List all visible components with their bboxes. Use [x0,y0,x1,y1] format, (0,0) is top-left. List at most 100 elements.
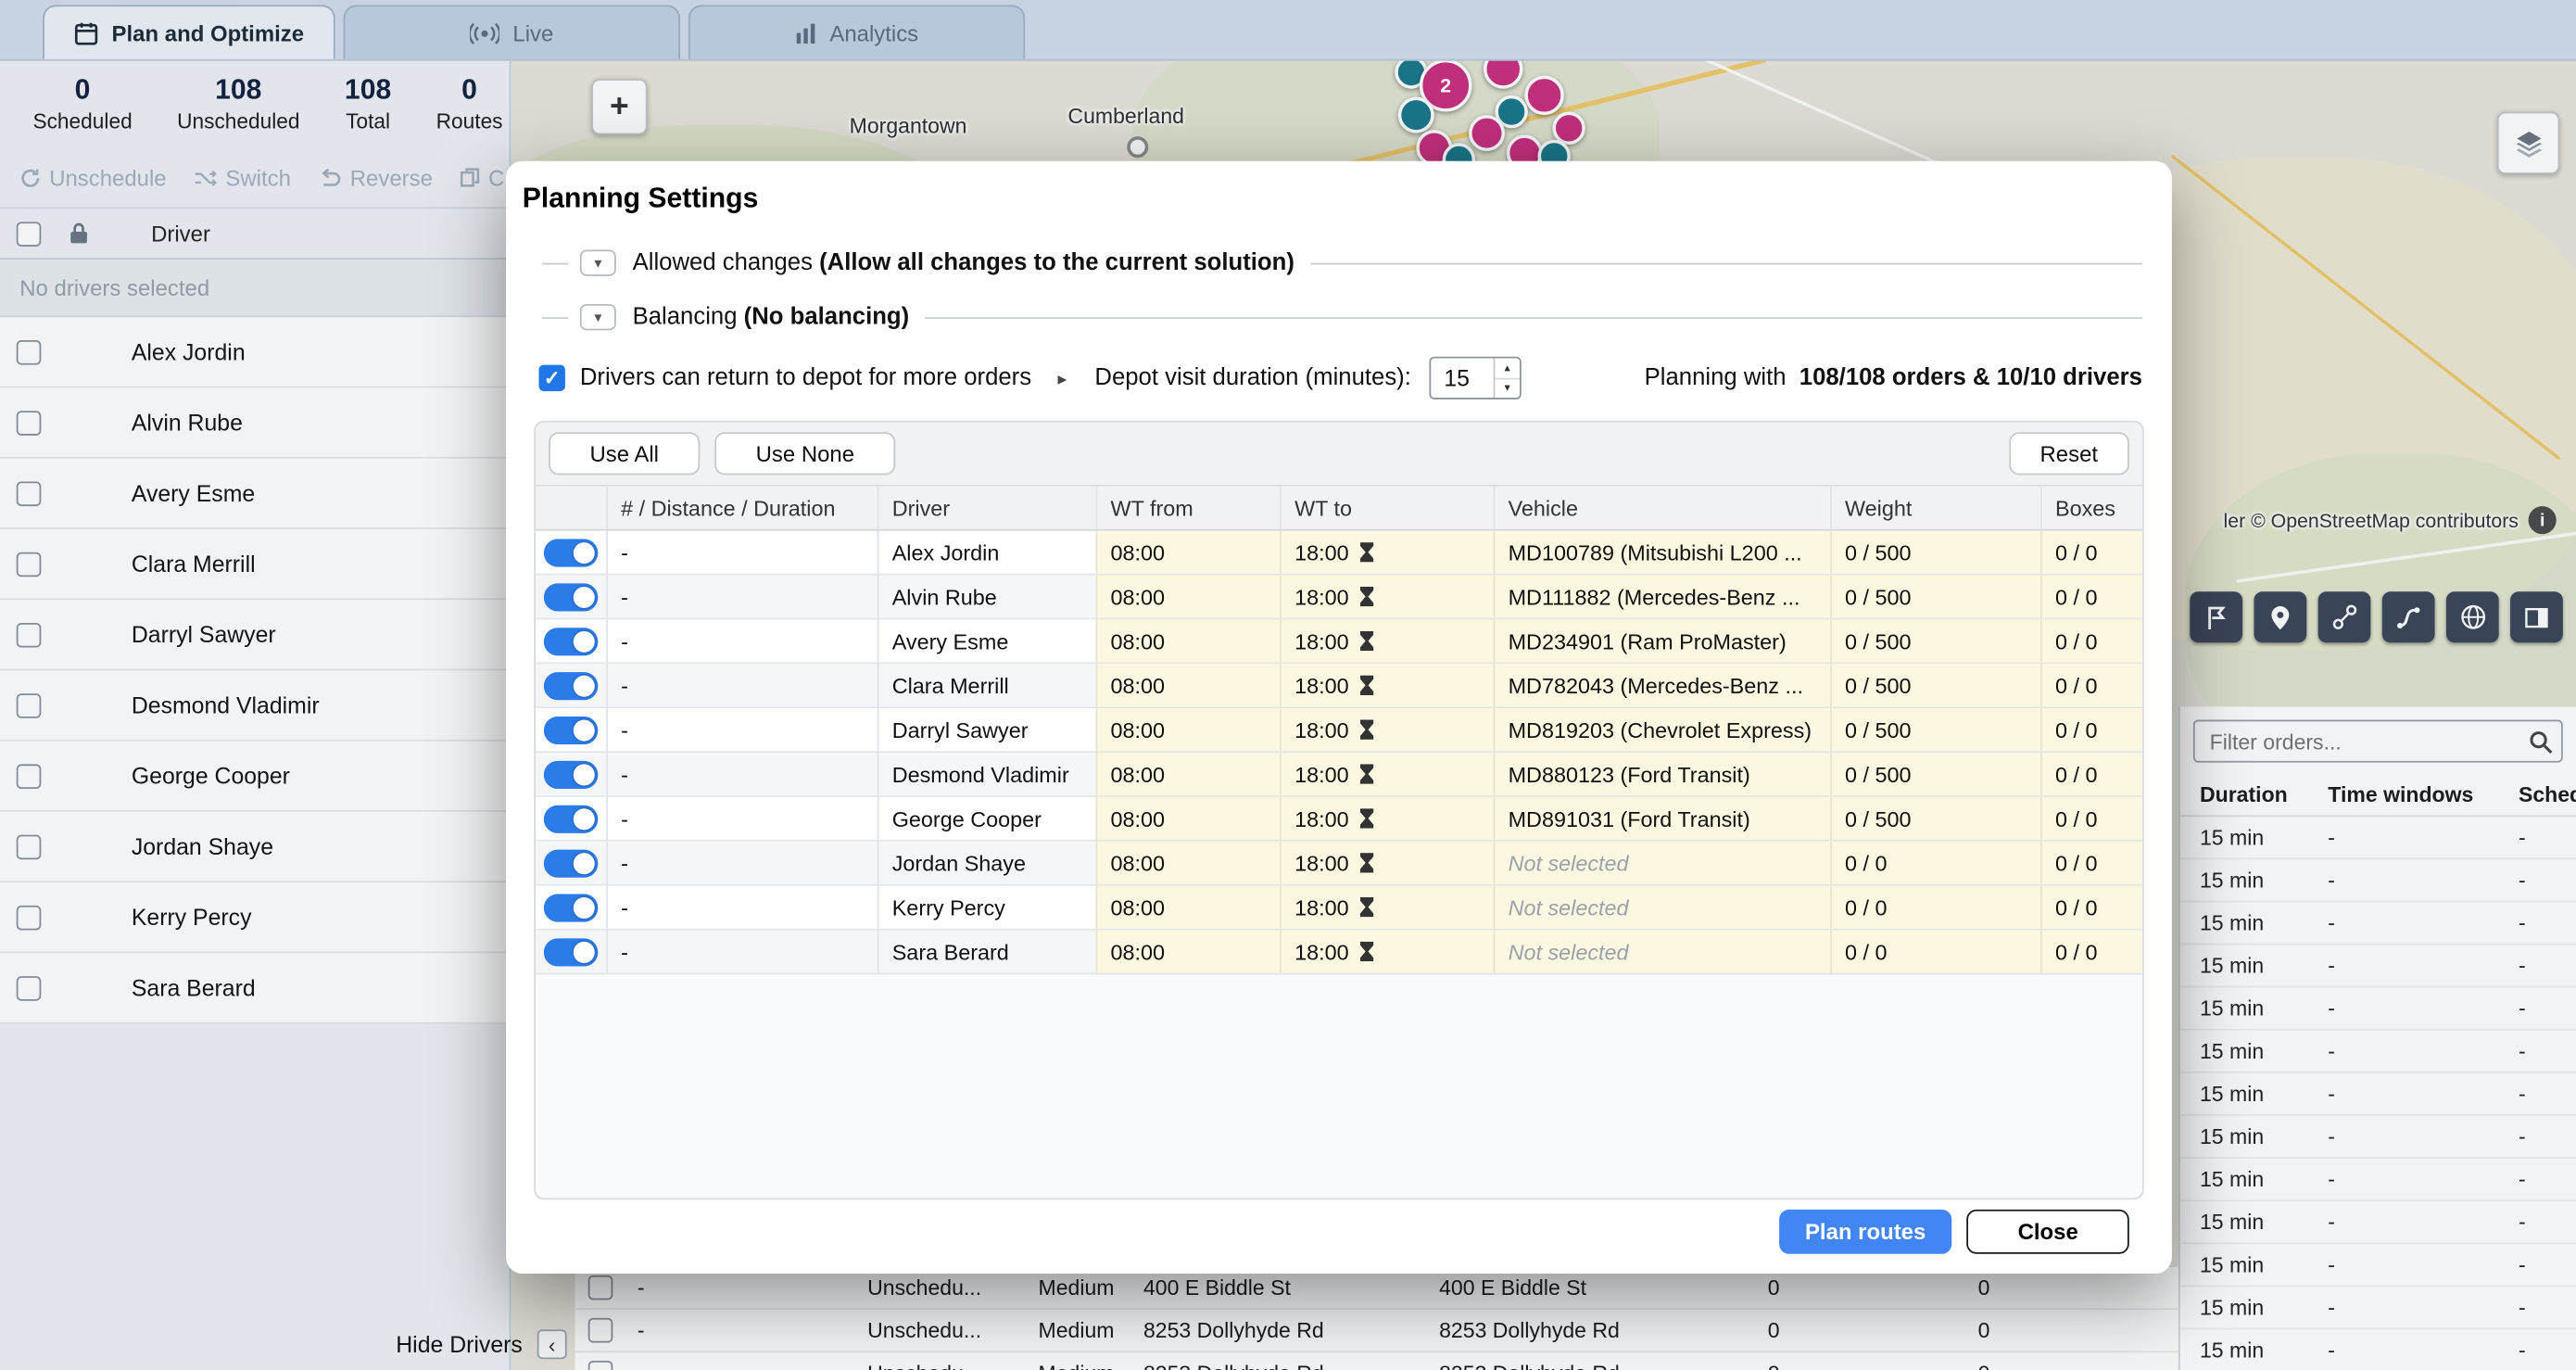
toggle-cell [536,886,606,929]
column-header-weight[interactable]: Weight [1830,487,2040,529]
weight-cell[interactable]: 0 / 500 [1830,753,2040,795]
wt-from-cell[interactable]: 08:00 [1096,664,1281,706]
drivers-config-panel: Use All Use None Reset # / Distance / Du… [534,421,2144,1199]
wt-to-cell[interactable]: 18:00 [1280,531,1493,574]
wt-to-cell[interactable]: 18:00 [1280,797,1493,840]
wt-to-cell[interactable]: 18:00 [1280,930,1493,972]
divider [542,262,568,264]
return-to-depot-label: Drivers can return to depot for more ord… [580,365,1031,391]
hourglass-icon [1358,942,1375,961]
toggle-cell [536,531,606,574]
use-none-button[interactable]: Use None [714,432,895,475]
wt-to-cell[interactable]: 18:00 [1280,708,1493,751]
column-header-boxes[interactable]: Boxes [2040,487,2142,529]
column-header-vehicle[interactable]: Vehicle [1494,487,1830,529]
column-header-driver[interactable]: Driver [878,487,1096,529]
distance-cell: - [606,708,878,751]
vehicle-cell[interactable]: Not selected [1494,930,1830,972]
boxes-cell[interactable]: 0 / 0 [2040,576,2142,618]
weight-cell[interactable]: 0 / 500 [1830,708,2040,751]
weight-cell[interactable]: 0 / 500 [1830,576,2040,618]
caret-right-icon[interactable]: ▸ [1057,367,1067,388]
distance-cell: - [606,797,878,840]
weight-cell[interactable]: 0 / 500 [1830,797,2040,840]
depot-duration-value[interactable]: 15 [1431,359,1493,399]
plan-routes-button[interactable]: Plan routes [1779,1210,1952,1254]
wt-from-cell[interactable]: 08:00 [1096,842,1281,884]
vehicle-cell[interactable]: MD782043 (Mercedes-Benz ... [1494,664,1830,706]
vehicle-cell[interactable]: MD880123 (Ford Transit) [1494,753,1830,795]
wt-from-cell[interactable]: 08:00 [1096,930,1281,972]
boxes-cell[interactable]: 0 / 0 [2040,708,2142,751]
driver-enabled-toggle[interactable] [544,539,599,566]
weight-cell[interactable]: 0 / 500 [1830,619,2040,662]
wt-from-cell[interactable]: 08:00 [1096,619,1281,662]
boxes-cell[interactable]: 0 / 0 [2040,753,2142,795]
column-header-distance[interactable]: # / Distance / Duration [606,487,878,529]
driver-enabled-toggle[interactable] [544,583,599,611]
driver-name-cell: George Cooper [878,797,1096,840]
planning-summary-counts: 108/108 orders & 10/10 drivers [1799,365,2142,391]
boxes-cell[interactable]: 0 / 0 [2040,619,2142,662]
step-up-icon[interactable]: ▴ [1495,359,1520,379]
wt-from-cell[interactable]: 08:00 [1096,753,1281,795]
boxes-cell[interactable]: 0 / 0 [2040,886,2142,929]
driver-enabled-toggle[interactable] [544,894,599,921]
weight-cell[interactable]: 0 / 0 [1830,886,2040,929]
vehicle-cell[interactable]: MD891031 (Ford Transit) [1494,797,1830,840]
driver-enabled-toggle[interactable] [544,627,599,654]
return-to-depot-checkbox[interactable] [539,365,565,391]
wt-to-cell[interactable]: 18:00 [1280,842,1493,884]
wt-from-cell[interactable]: 08:00 [1096,886,1281,929]
driver-enabled-toggle[interactable] [544,716,599,743]
boxes-cell[interactable]: 0 / 0 [2040,797,2142,840]
vehicle-cell[interactable]: Not selected [1494,842,1830,884]
distance-cell: - [606,619,878,662]
wt-to-cell[interactable]: 18:00 [1280,886,1493,929]
wt-to-cell[interactable]: 18:00 [1280,576,1493,618]
driver-name-cell: Jordan Shaye [878,842,1096,884]
vehicle-cell[interactable]: MD819203 (Chevrolet Express) [1494,708,1830,751]
driver-enabled-toggle[interactable] [544,805,599,832]
driver-enabled-toggle[interactable] [544,937,599,965]
depot-duration-input[interactable]: 15 ▴ ▾ [1429,357,1521,400]
hourglass-icon [1358,587,1375,606]
boxes-cell[interactable]: 0 / 0 [2040,664,2142,706]
planning-driver-row: - Clara Merrill 08:00 18:00 MD782043 (Me… [536,664,2142,708]
use-all-button[interactable]: Use All [549,432,700,475]
close-button[interactable]: Close [1967,1210,2129,1254]
vehicle-cell[interactable]: MD234901 (Ram ProMaster) [1494,619,1830,662]
toggle-column-header [536,487,606,529]
vehicle-cell[interactable]: MD111882 (Mercedes-Benz ... [1494,576,1830,618]
driver-enabled-toggle[interactable] [544,849,599,877]
toggle-cell [536,797,606,840]
wt-from-cell[interactable]: 08:00 [1096,576,1281,618]
wt-from-cell[interactable]: 08:00 [1096,708,1281,751]
chevron-down-icon[interactable]: ▾ [580,249,616,275]
wt-to-cell[interactable]: 18:00 [1280,664,1493,706]
reset-button[interactable]: Reset [2009,432,2129,475]
wt-to-cell[interactable]: 18:00 [1280,619,1493,662]
vehicle-cell[interactable]: MD100789 (Mitsubishi L200 ... [1494,531,1830,574]
column-header-wt-to[interactable]: WT to [1280,487,1493,529]
boxes-cell[interactable]: 0 / 0 [2040,930,2142,972]
distance-cell: - [606,930,878,972]
weight-cell[interactable]: 0 / 500 [1830,664,2040,706]
driver-enabled-toggle[interactable] [544,760,599,788]
driver-enabled-toggle[interactable] [544,671,599,699]
chevron-down-icon[interactable]: ▾ [580,304,616,330]
hourglass-icon [1358,631,1375,651]
weight-cell[interactable]: 0 / 0 [1830,930,2040,972]
boxes-cell[interactable]: 0 / 0 [2040,842,2142,884]
wt-from-cell[interactable]: 08:00 [1096,797,1281,840]
wt-from-cell[interactable]: 08:00 [1096,531,1281,574]
column-header-wt-from[interactable]: WT from [1096,487,1281,529]
step-down-icon[interactable]: ▾ [1495,379,1520,398]
vehicle-cell[interactable]: Not selected [1494,886,1830,929]
boxes-cell[interactable]: 0 / 0 [2040,531,2142,574]
wt-to-cell[interactable]: 18:00 [1280,753,1493,795]
weight-cell[interactable]: 0 / 0 [1830,842,2040,884]
wt-to-value: 18:00 [1294,584,1349,609]
planning-driver-row: - Darryl Sawyer 08:00 18:00 MD819203 (Ch… [536,708,2142,753]
weight-cell[interactable]: 0 / 500 [1830,531,2040,574]
